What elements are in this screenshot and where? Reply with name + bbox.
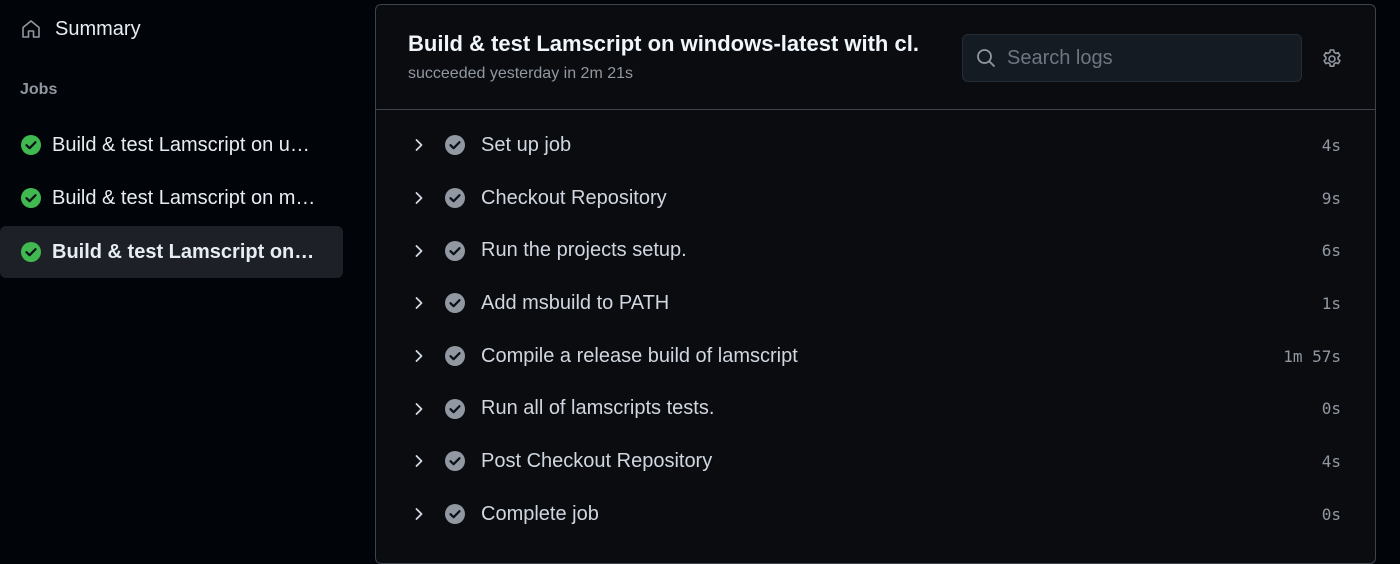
- home-icon: [19, 17, 43, 41]
- job-item-label: Build & test Lamscript on…: [52, 240, 315, 263]
- step-duration: 4s: [1321, 135, 1341, 155]
- step-row[interactable]: Checkout Repository 9s: [376, 172, 1375, 225]
- check-circle-fill-icon: [444, 503, 466, 525]
- step-row[interactable]: Compile a release build of lamscript 1m …: [376, 330, 1375, 383]
- chevron-right-icon: [409, 241, 429, 261]
- step-duration: 0s: [1321, 504, 1341, 524]
- step-row[interactable]: Complete job 0s: [376, 488, 1375, 541]
- step-name: Run the projects setup.: [481, 239, 687, 262]
- step-name: Complete job: [481, 502, 599, 525]
- check-circle-fill-icon: [444, 398, 466, 420]
- chevron-right-icon: [409, 188, 429, 208]
- chevron-right-icon: [409, 451, 429, 471]
- step-duration: 9s: [1321, 188, 1341, 208]
- search-logs-input[interactable]: [1007, 46, 1287, 70]
- check-circle-fill-icon: [20, 241, 42, 263]
- check-circle-fill-icon: [444, 240, 466, 262]
- jobs-heading: Jobs: [20, 81, 58, 98]
- check-circle-fill-icon: [20, 187, 42, 209]
- job-item-macos[interactable]: Build & test Lamscript on m…: [0, 172, 343, 224]
- step-duration: 6s: [1321, 241, 1341, 261]
- step-duration: 1m 57s: [1283, 346, 1341, 366]
- chevron-right-icon: [409, 346, 429, 366]
- step-row[interactable]: Run all of lamscripts tests. 0s: [376, 382, 1375, 435]
- sidebar: Summary Jobs Build & test Lamscript on u…: [0, 0, 350, 548]
- check-circle-fill-icon: [444, 292, 466, 314]
- search-icon: [975, 47, 997, 69]
- job-item-label: Build & test Lamscript on u…: [52, 133, 310, 156]
- step-name: Add msbuild to PATH: [481, 291, 670, 314]
- summary-link[interactable]: Summary: [10, 10, 340, 48]
- step-row[interactable]: Add msbuild to PATH 1s: [376, 277, 1375, 330]
- summary-label: Summary: [55, 17, 141, 40]
- job-log-panel: Build & test Lamscript on windows-latest…: [375, 4, 1376, 564]
- step-name: Set up job: [481, 133, 572, 156]
- step-duration: 0s: [1321, 399, 1341, 419]
- step-row[interactable]: Set up job 4s: [376, 119, 1375, 172]
- check-circle-fill-icon: [444, 187, 466, 209]
- chevron-right-icon: [409, 504, 429, 524]
- steps-list: Set up job 4s Checkout Repository 9s Run…: [376, 119, 1375, 541]
- check-circle-fill-icon: [444, 134, 466, 156]
- chevron-right-icon: [409, 399, 429, 419]
- step-row[interactable]: Run the projects setup. 6s: [376, 224, 1375, 277]
- job-item-label: Build & test Lamscript on m…: [52, 186, 316, 209]
- check-circle-fill-icon: [444, 450, 466, 472]
- chevron-right-icon: [409, 135, 429, 155]
- check-circle-fill-icon: [20, 134, 42, 156]
- step-name: Compile a release build of lamscript: [481, 344, 798, 367]
- gear-icon[interactable]: [1320, 47, 1344, 71]
- job-item-ubuntu[interactable]: Build & test Lamscript on u…: [0, 119, 343, 171]
- step-duration: 1s: [1321, 293, 1341, 313]
- step-name: Checkout Repository: [481, 186, 667, 209]
- step-name: Run all of lamscripts tests.: [481, 397, 715, 420]
- job-item-windows[interactable]: Build & test Lamscript on…: [0, 226, 343, 278]
- check-circle-fill-icon: [444, 345, 466, 367]
- search-logs-box[interactable]: [962, 34, 1302, 82]
- job-header: Build & test Lamscript on windows-latest…: [376, 5, 1375, 110]
- step-duration: 4s: [1321, 451, 1341, 471]
- step-row[interactable]: Post Checkout Repository 4s: [376, 435, 1375, 488]
- job-title: Build & test Lamscript on windows-latest…: [408, 31, 919, 56]
- step-name: Post Checkout Repository: [481, 449, 713, 472]
- chevron-right-icon: [409, 293, 429, 313]
- job-status: succeeded yesterday in 2m 21s: [408, 65, 634, 82]
